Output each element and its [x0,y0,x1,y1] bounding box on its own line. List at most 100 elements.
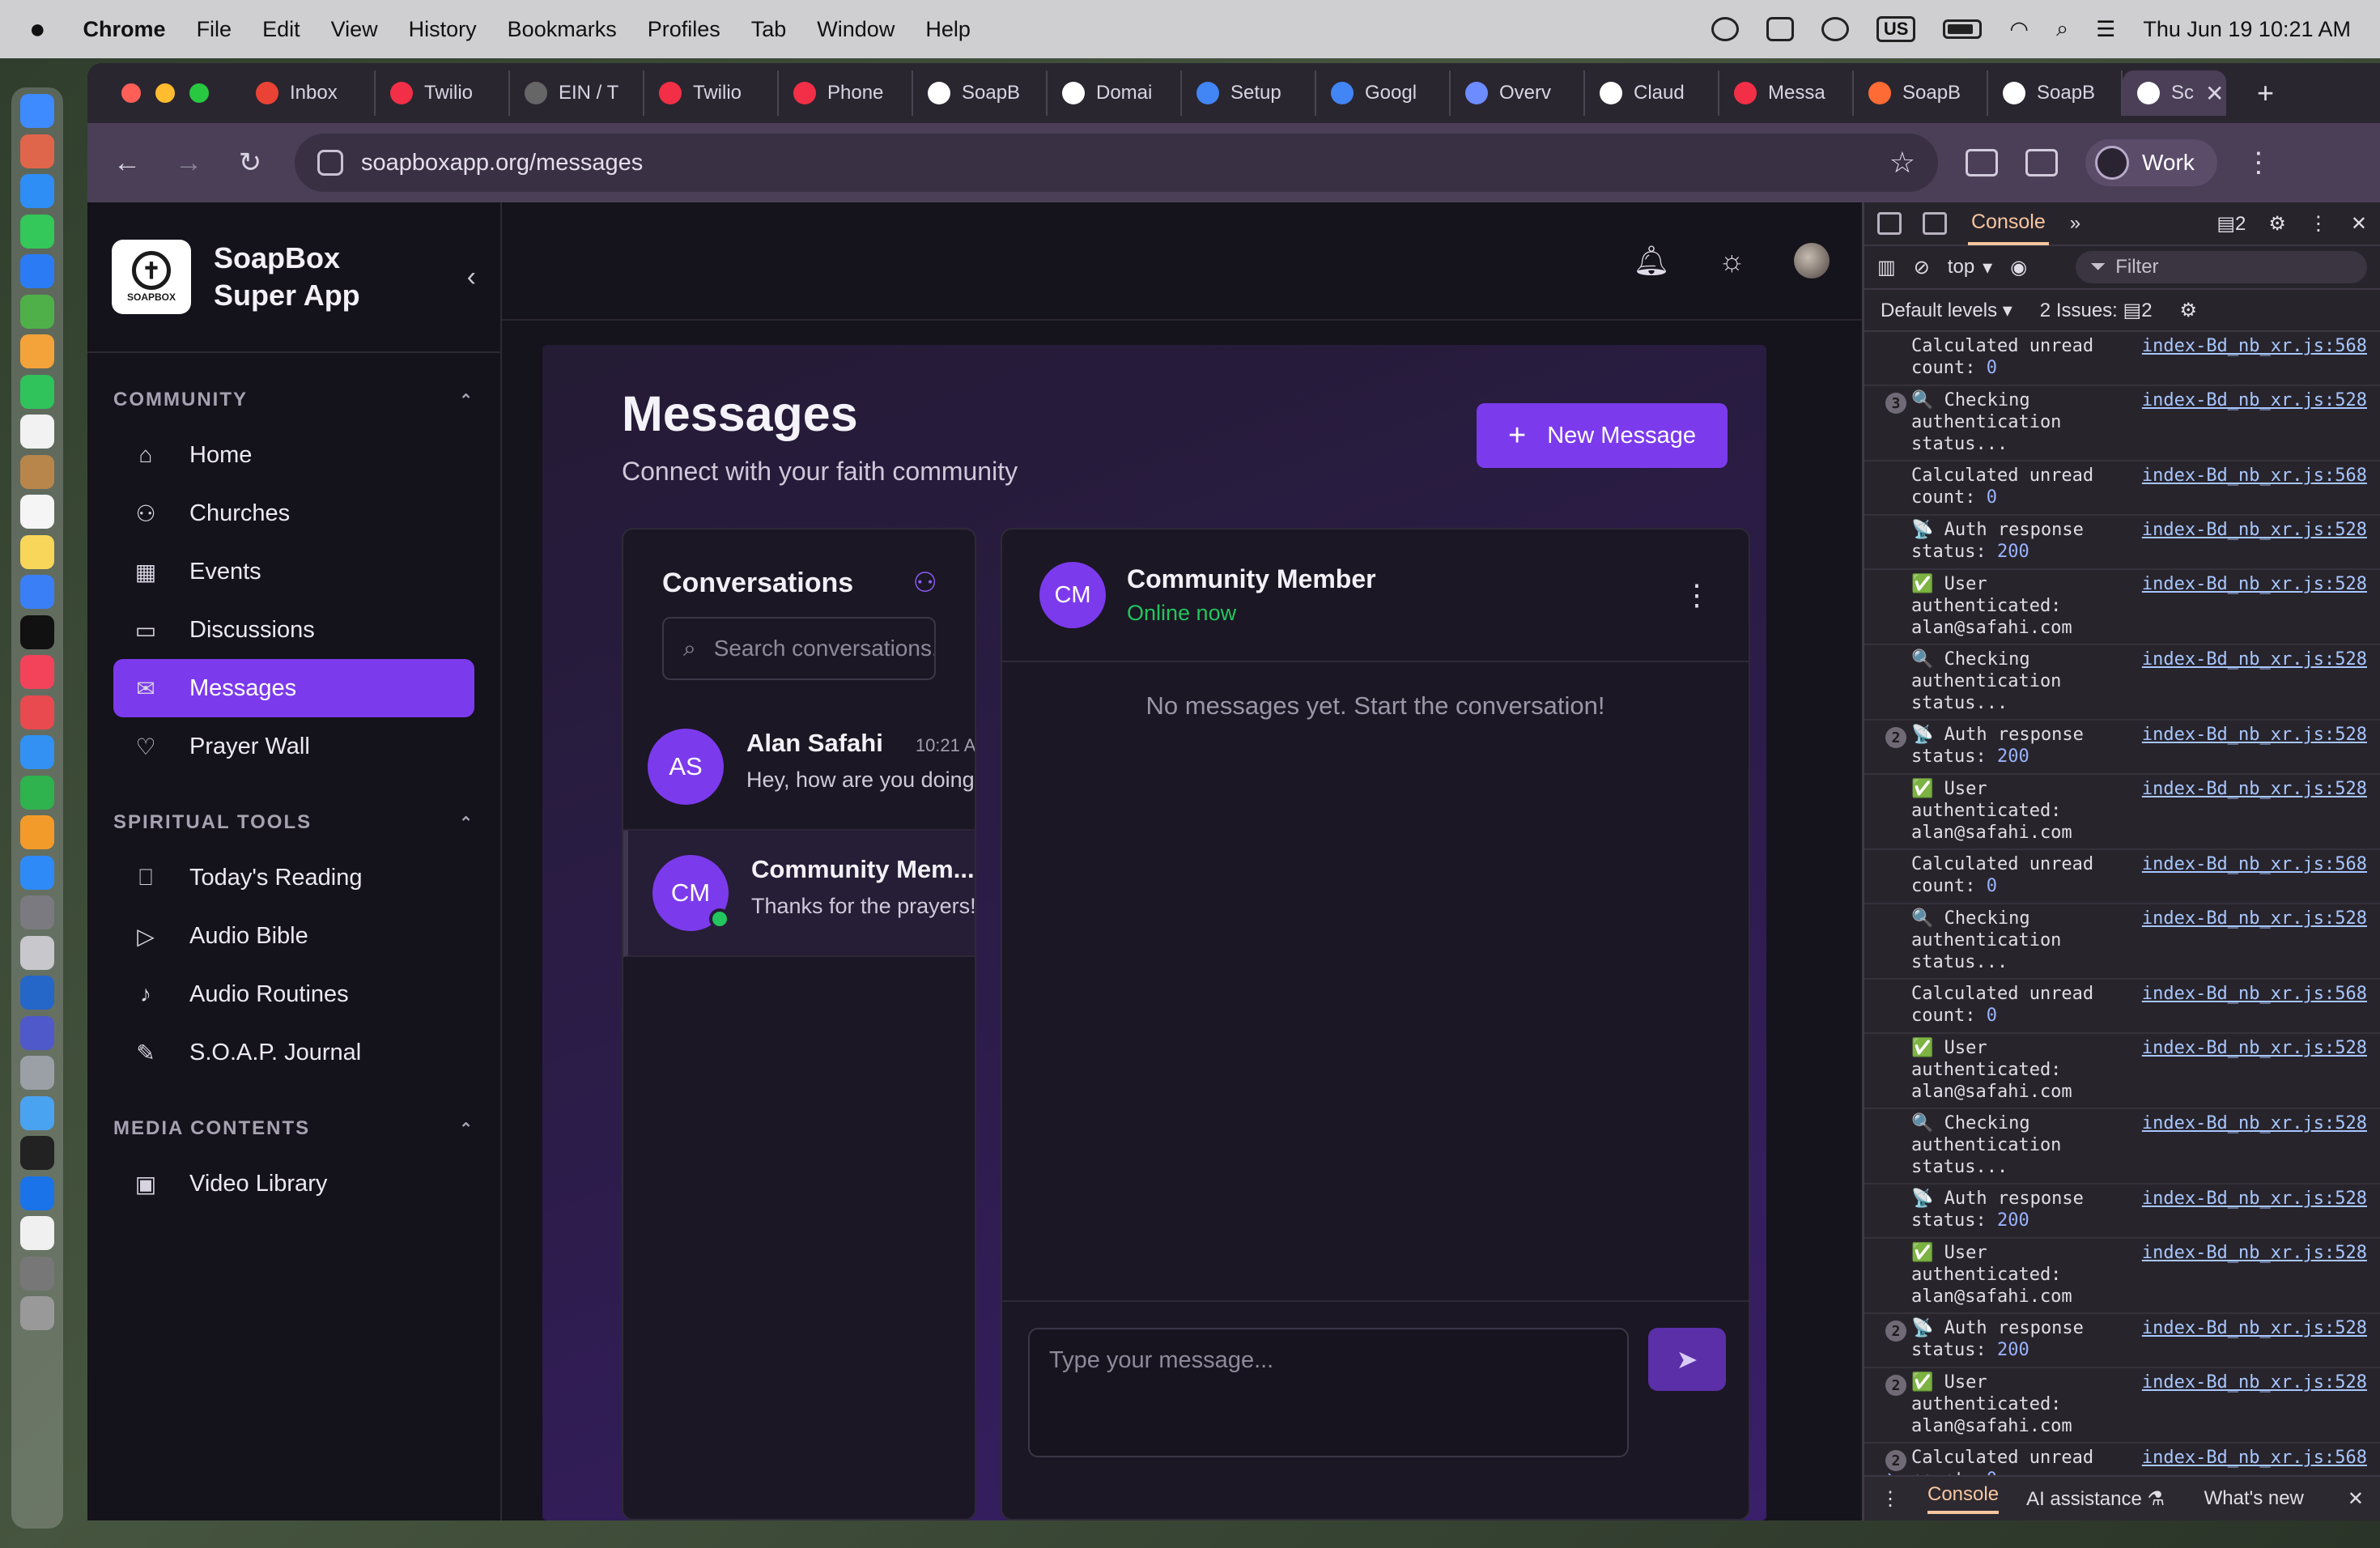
log-source-link[interactable]: index-Bd_nb_xr.js:528 [2142,1188,2367,1232]
tab-0[interactable]: Inbox [241,70,376,116]
log-source-link[interactable]: index-Bd_nb_xr.js:528 [2142,573,2367,639]
tab-5[interactable]: SoapB [913,70,1048,116]
console-log-row[interactable]: Calculated unread count: 0index-Bd_nb_xr… [1864,332,2380,386]
numbers-app-icon[interactable] [20,775,54,810]
new-tab-button[interactable]: + [2257,76,2274,110]
close-tab-icon[interactable]: ✕ [2205,80,2224,107]
devtools-tab-console[interactable]: Console [1968,202,2049,245]
launchpad-icon[interactable] [20,134,54,168]
sidebar-item-prayer-wall[interactable]: ♡ Prayer Wall [113,717,474,776]
console-log-row[interactable]: Calculated unread count: 0index-Bd_nb_xr… [1864,461,2380,516]
log-source-link[interactable]: index-Bd_nb_xr.js:568 [2142,465,2367,509]
chevron-up-icon[interactable]: ⌃ [459,390,474,410]
reload-button[interactable]: ↻ [233,147,267,179]
menu-help[interactable]: Help [925,17,971,42]
control-center-icon[interactable]: ☰ [2096,17,2115,42]
log-levels-dropdown[interactable]: Default levels ▾ [1881,299,2012,322]
menu-view[interactable]: View [331,17,378,42]
tab-3[interactable]: Twilio [644,70,779,116]
menubar-clock[interactable]: Thu Jun 19 10:21 AM [2143,17,2351,42]
tab-6[interactable]: Domai [1048,70,1182,116]
tab-2[interactable]: EIN / T [510,70,644,116]
console-log-row[interactable]: 2 📡 Auth response status: 200 index-Bd_nb_… [1864,721,2380,775]
console-log-row[interactable]: 2 ✅ User authenticated: alan@safahi.com in… [1864,1368,2380,1444]
downloads-stack-icon[interactable] [20,1256,54,1291]
tab-10[interactable]: Claud [1585,70,1719,116]
new-message-button[interactable]: + New Message [1477,403,1728,468]
teams-app-icon[interactable] [20,1015,54,1050]
preview-app-icon[interactable] [20,1056,54,1090]
sidebar-item-churches[interactable]: ⚇ Churches [113,484,474,542]
sidebar-section-header[interactable]: COMMUNITY ⌃ [87,389,500,411]
sidebar-item-discussions[interactable]: ▭ Discussions [113,601,474,659]
log-source-link[interactable]: index-Bd_nb_xr.js:528 [2142,1037,2367,1103]
notifications-bell-icon[interactable]: 🔔︎ [1633,244,1670,278]
issues-link[interactable]: 2 Issues: ▤2 [2040,299,2153,322]
screen-share-icon[interactable] [1766,17,1794,41]
tab-11[interactable]: Messa [1719,70,1854,116]
console-log-row[interactable]: ✅ User authenticated: alan@safahi.com ind… [1864,775,2380,850]
search-conversations-input[interactable]: ⌕ Search conversations... [662,617,936,680]
drawer-menu-icon[interactable]: ⋮ [1881,1487,1900,1511]
menu-window[interactable]: Window [817,17,895,42]
facetime-app-icon[interactable] [20,374,54,409]
context-selector[interactable]: top ▾ [1948,256,1992,279]
message-input[interactable]: Type your message... [1028,1328,1629,1457]
tab-13[interactable]: SoapB [1988,70,2123,116]
user-avatar[interactable] [1794,243,1830,279]
log-source-link[interactable]: index-Bd_nb_xr.js:528 [2142,1242,2367,1308]
zoom-window-button[interactable] [189,83,209,103]
log-source-link[interactable]: index-Bd_nb_xr.js:568 [2142,335,2367,380]
tab-8[interactable]: Googl [1316,70,1451,116]
console-log-row[interactable]: Calculated unread count: 0index-Bd_nb_xr… [1864,980,2380,1034]
forward-button[interactable]: → [172,147,206,179]
input-source-badge[interactable]: US [1876,16,1916,42]
drawer-close-icon[interactable]: ✕ [2348,1487,2364,1511]
sidebar-item-s-o-a-p-journal[interactable]: ✎ S.O.A.P. Journal [113,1023,474,1082]
weather-icon[interactable] [1821,17,1849,41]
console-log-row[interactable]: 🔍 Checking authentication status... index… [1864,645,2380,721]
menu-history[interactable]: History [409,17,477,42]
soapbox-logo[interactable]: ✝ SOAPBOX [112,240,191,314]
calendar-app-icon[interactable] [20,415,54,449]
sidebar-item-today-s-reading[interactable]: ⎕ Today's Reading [113,848,474,907]
tab-9[interactable]: Overv [1451,70,1585,116]
extensions-icon[interactable] [1966,149,1998,176]
log-source-link[interactable]: index-Bd_nb_xr.js:568 [2142,853,2367,898]
messages-app-icon[interactable] [20,214,54,249]
console-log-row[interactable]: 3 🔍 Checking authentication status... inde… [1864,386,2380,461]
devtools-menu-icon[interactable]: ⋮ [2309,212,2328,236]
onepassword-app-icon[interactable] [20,1176,54,1210]
menu-bookmarks[interactable]: Bookmarks [508,17,617,42]
log-source-link[interactable]: index-Bd_nb_xr.js:528 [2142,1112,2367,1178]
pages-app-icon[interactable] [20,815,54,849]
sidebar-item-events[interactable]: ▦ Events [113,542,474,601]
chevron-up-icon[interactable]: ⌃ [459,813,474,833]
battery-icon[interactable] [1943,19,1983,39]
outlook-app-icon[interactable] [20,976,54,1010]
spotlight-search-icon[interactable]: ⌕ [2056,16,2068,42]
drawer-tab-whats-new[interactable]: What's new [2204,1487,2304,1511]
photos-app-icon[interactable] [20,334,54,368]
safari-icon[interactable] [20,174,54,208]
sidebar-section-header[interactable]: MEDIA CONTENTS ⌃ [87,1117,500,1140]
send-button[interactable]: ➤ [1648,1328,1726,1391]
log-source-link[interactable]: index-Bd_nb_xr.js:528 [2142,724,2367,768]
sidebar-section-header[interactable]: SPIRITUAL TOOLS ⌃ [87,811,500,834]
wifi-icon[interactable]: ◠ [2009,17,2029,42]
clear-console-icon[interactable]: ⊘ [1914,256,1930,279]
iphone-mirroring-icon[interactable] [20,935,54,970]
trash-icon[interactable] [20,1296,54,1330]
log-source-link[interactable]: index-Bd_nb_xr.js:528 [2142,908,2367,973]
contacts-app-icon[interactable] [20,454,54,489]
system-settings-icon[interactable] [20,895,54,929]
url-text[interactable]: soapboxapp.org/messages [361,150,643,176]
tab-4[interactable]: Phone [779,70,913,116]
tab-active[interactable]: Sc ✕ [2123,70,2226,116]
drawer-tab-console[interactable]: Console [1927,1483,2000,1514]
console-log-row[interactable]: ✅ User authenticated: alan@safahi.com ind… [1864,1034,2380,1109]
maps-app-icon[interactable] [20,294,54,329]
conversation-item[interactable]: CM Community Mem... Thanks for the prayers… [623,831,975,957]
sidebar-item-video-library[interactable]: ▣ Video Library [113,1155,474,1213]
more-tabs-icon[interactable]: » [2070,212,2080,235]
